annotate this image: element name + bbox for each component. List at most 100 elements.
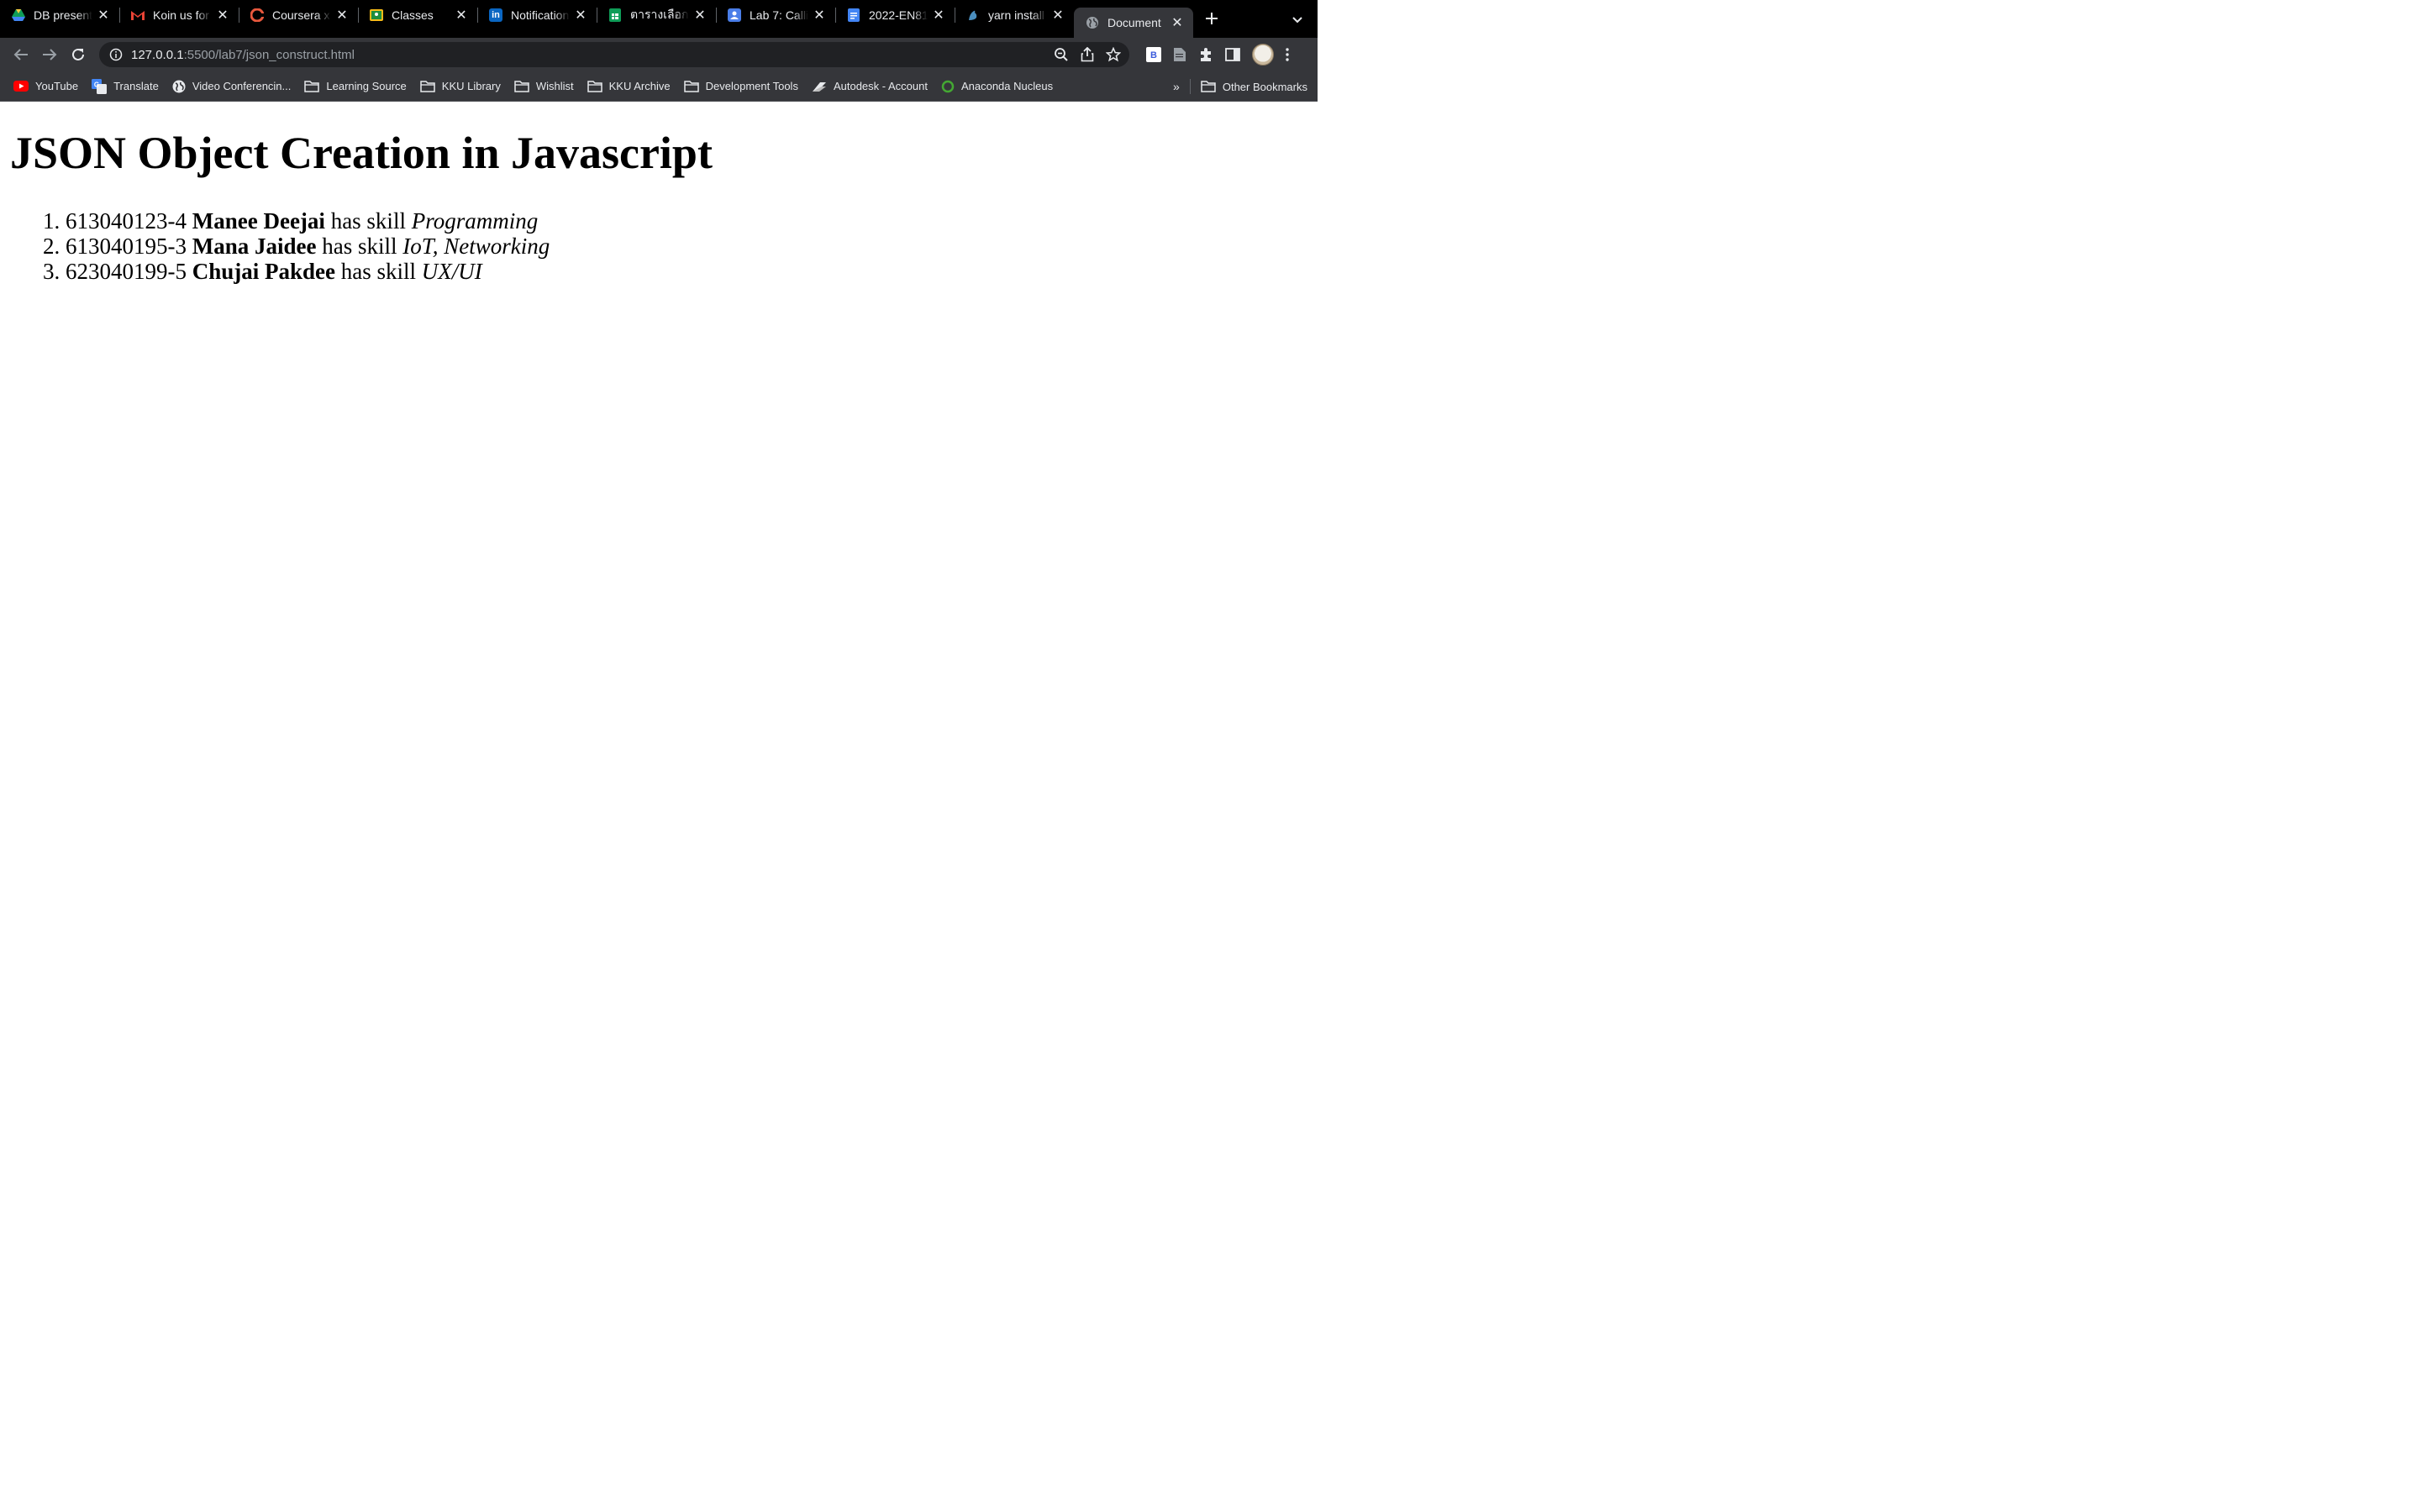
bookmark-label: KKU Archive [608,80,671,92]
google-classroom-icon [370,8,383,22]
bookmark-label: Translate [113,80,159,92]
new-tab-button[interactable] [1200,7,1223,30]
close-icon[interactable]: ✕ [454,8,469,23]
bookmarks-overflow-chevron[interactable]: » [1166,80,1186,93]
tab-title: 2022-EN81 [869,8,928,22]
close-icon[interactable]: ✕ [1170,15,1185,30]
bookmarks-separator [1189,79,1191,94]
url-text[interactable]: 127.0.0.1:5500/lab7/json_construct.html [131,48,1054,62]
tab-document-active[interactable]: Document ✕ [1074,8,1193,38]
profile-avatar[interactable] [1252,44,1274,66]
address-bar[interactable]: 127.0.0.1:5500/lab7/json_construct.html [99,42,1129,67]
globe-icon [1086,16,1099,29]
close-icon[interactable]: ✕ [215,8,230,23]
globe-icon [172,80,186,93]
skill-connector: has skill [330,208,406,234]
close-icon[interactable]: ✕ [334,8,350,23]
tab-sheets[interactable]: ตารางเลือกวิชา ✕ [597,0,716,30]
url-host: 127.0.0.1 [131,47,184,62]
google-classroom-assignment-icon [728,8,741,22]
zoom-icon[interactable] [1054,47,1069,62]
menu-kebab-icon[interactable] [1286,48,1289,61]
side-panel-icon[interactable] [1225,48,1240,61]
bookmark-folder-development-tools[interactable]: Development Tools [677,75,805,98]
bookmark-star-icon[interactable] [1106,47,1121,62]
browser-chrome: DB presentation ✕ Koin us for coffee ✕ C… [0,0,1318,102]
close-icon[interactable]: ✕ [812,8,827,23]
url-path: :5500/lab7/json_construct.html [183,47,355,62]
bookmark-video-conferencing[interactable]: Video Conferencin... [166,75,298,98]
student-skill: IoT, Networking [402,234,550,260]
tab-title: DB presentation [34,8,92,22]
close-icon[interactable]: ✕ [1050,8,1065,23]
forward-button[interactable] [35,42,64,67]
svg-text:B: B [1150,50,1157,60]
tab-linkedin[interactable]: in Notifications ✕ [477,0,597,30]
tab-search-chevron-icon[interactable] [1289,12,1306,29]
skill-connector: has skill [322,234,397,260]
tab-title: Document [1107,16,1161,29]
autodesk-icon [812,81,827,92]
bookmark-label: YouTube [35,80,79,92]
tab-lab7[interactable]: Lab 7: Calling ✕ [716,0,835,30]
close-icon[interactable]: ✕ [692,8,708,23]
tab-title: Koin us for coffee [153,8,212,22]
translate-icon: G [92,78,108,94]
bookmark-translate[interactable]: G Translate [85,75,166,98]
tab-title: Classes [392,8,434,22]
tab-db-presentation[interactable]: DB presentation ✕ [0,0,119,30]
svg-text:G: G [94,81,99,88]
close-icon[interactable]: ✕ [96,8,111,23]
student-name: Mana Jaidee [192,234,317,260]
tab-docs[interactable]: 2022-EN81 ✕ [835,0,955,30]
coursera-icon [250,8,264,22]
list-item: 623040199-5 Chujai Pakdee has skill UX/U… [66,259,1307,284]
tab-title: yarn install [988,8,1044,22]
linkedin-icon: in [489,8,502,22]
bookmark-folder-learning-source[interactable]: Learning Source [297,75,413,98]
tab-yarn[interactable]: yarn install ✕ [955,0,1074,30]
bookmark-autodesk-account[interactable]: Autodesk - Account [805,75,934,98]
gmail-icon [131,8,145,22]
share-icon[interactable] [1081,47,1094,62]
list-item: 613040123-4 Manee Deejai has skill Progr… [66,208,1307,234]
bookmark-folder-wishlist[interactable]: Wishlist [508,75,581,98]
folder-icon [1201,81,1216,92]
site-info-icon[interactable] [109,48,123,61]
bookmark-folder-kku-library[interactable]: KKU Library [413,75,508,98]
bookmark-anaconda-nucleus[interactable]: Anaconda Nucleus [934,75,1060,98]
bookmark-youtube[interactable]: YouTube [7,75,85,98]
bookmark-label: Development Tools [705,80,798,92]
tab-title: Lab 7: Calling [750,8,808,22]
bitwarden-extension-icon[interactable]: B [1146,47,1161,62]
student-name: Manee Deejai [192,208,325,234]
bookmark-label: Autodesk - Account [833,80,928,92]
reader-extension-icon[interactable] [1173,47,1186,62]
extensions-puzzle-icon[interactable] [1198,47,1213,62]
folder-icon [420,80,435,92]
student-id: 613040195-3 [66,234,187,260]
folder-icon [587,80,602,92]
student-id: 623040199-5 [66,259,187,285]
bookmark-folder-kku-archive[interactable]: KKU Archive [581,75,677,98]
tab-title: Coursera x KKU [272,8,331,22]
back-button[interactable] [7,42,35,67]
tab-classes[interactable]: Classes ✕ [358,0,477,30]
forward-arrow-icon [43,49,57,60]
extensions-area: B [1146,44,1289,66]
tab-gmail[interactable]: Koin us for coffee ✕ [119,0,239,30]
bookmark-label: Video Conferencin... [192,80,292,92]
bookmark-label: Learning Source [326,80,407,92]
bookmark-other-bookmarks[interactable]: Other Bookmarks [1194,75,1314,98]
reload-button[interactable] [64,42,92,67]
close-icon[interactable]: ✕ [573,8,588,23]
tab-coursera[interactable]: Coursera x KKU ✕ [239,0,358,30]
plus-icon [1206,13,1218,24]
page-heading: JSON Object Creation in Javascript [10,128,713,178]
bookmark-label: Anaconda Nucleus [960,80,1054,92]
google-drive-icon [12,8,25,22]
google-docs-icon [847,8,860,22]
tab-strip: DB presentation ✕ Koin us for coffee ✕ C… [0,0,1318,38]
close-icon[interactable]: ✕ [931,8,946,23]
bookmarks-right: » Other Bookmarks [1166,71,1314,102]
